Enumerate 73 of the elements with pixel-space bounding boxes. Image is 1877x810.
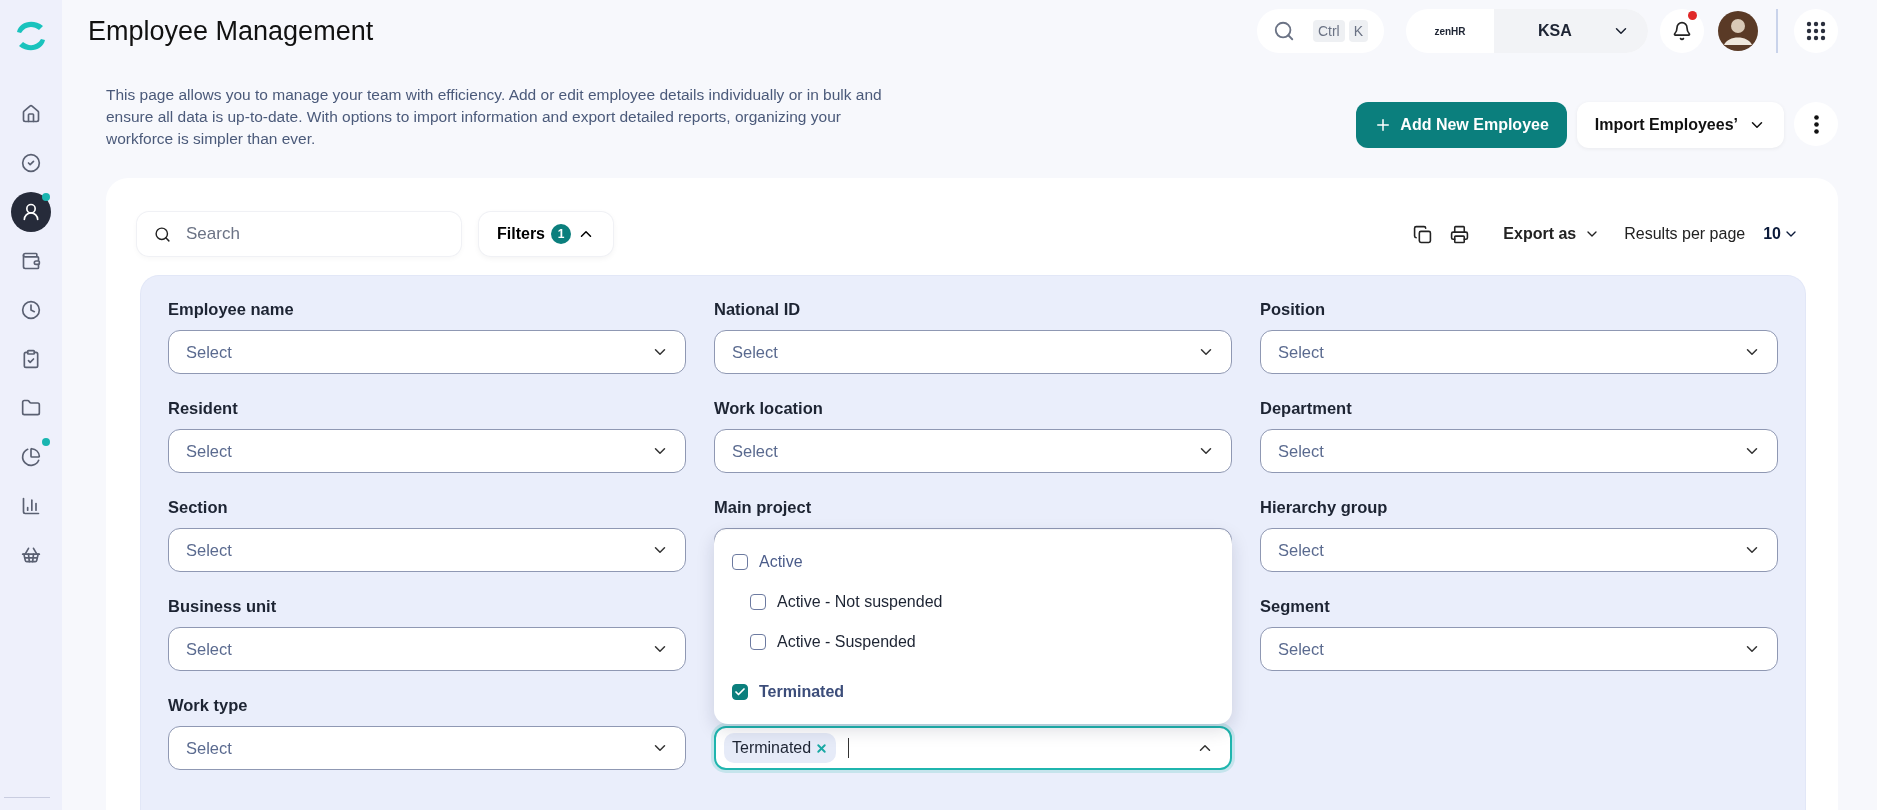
bar-chart-icon — [21, 496, 41, 516]
clock-icon — [21, 300, 41, 320]
dropdown-option[interactable]: Terminated — [714, 672, 1232, 712]
field-label: Section — [168, 498, 229, 518]
checkbox[interactable] — [732, 684, 748, 700]
select-field[interactable]: Select — [168, 627, 686, 671]
dropdown-option[interactable]: Active - Suspended — [714, 622, 1232, 662]
check-circle-icon — [21, 153, 41, 173]
select-field[interactable]: Select — [714, 429, 1232, 473]
check-icon — [734, 686, 746, 698]
field-label: Segment — [1260, 597, 1331, 617]
user-icon — [21, 202, 41, 222]
bell-icon — [1672, 21, 1692, 41]
select-field[interactable]: Select — [1260, 330, 1778, 374]
search-field[interactable]: Search — [137, 212, 461, 256]
field-label: Main project — [714, 498, 813, 518]
clipboard-check-icon — [21, 349, 41, 369]
select-field[interactable]: Select — [714, 330, 1232, 374]
wallet-icon — [21, 251, 41, 271]
select-field[interactable]: Select — [1260, 429, 1778, 473]
checkbox[interactable] — [732, 554, 748, 570]
grid-icon — [1806, 21, 1826, 41]
page-description: This page allows you to manage your team with efficiency. Add or edit employee details individually or in bulk and ensure all data is up-to-date. With options to import information and export detailed reports, organizing your workforce is simpler than ever. — [106, 85, 883, 149]
keyboard-key: K — [1348, 20, 1368, 42]
select-field[interactable]: Select — [1260, 627, 1778, 671]
notifications-button[interactable] — [1660, 9, 1704, 53]
more-button[interactable] — [1794, 102, 1838, 146]
brand-logo: zenHR — [1433, 25, 1467, 37]
avatar[interactable] — [1716, 9, 1760, 53]
copy-icon — [1413, 224, 1433, 244]
page-title: Employee Management — [88, 15, 375, 47]
sidebar-item[interactable] — [11, 192, 51, 232]
select-field[interactable]: Select — [168, 330, 686, 374]
field-label: Hierarchy group — [1260, 498, 1389, 518]
keyboard-key: Ctrl — [1312, 20, 1345, 42]
field-label: Employee name — [168, 300, 295, 320]
dropdown-option[interactable]: Active — [714, 542, 1232, 582]
field-label: Resident — [168, 399, 239, 419]
results-select[interactable]: 10 — [1757, 224, 1805, 244]
search-field[interactable]: Ctrl K — [1256, 9, 1384, 53]
country-select[interactable]: KSA — [1494, 9, 1648, 53]
select-field[interactable]: Select — [168, 429, 686, 473]
results-label: Results per page — [1624, 225, 1746, 243]
field-label: Work location — [714, 399, 824, 419]
search-icon — [1272, 20, 1295, 42]
field-label: Position — [1260, 300, 1327, 320]
checkbox[interactable] — [750, 594, 766, 610]
print-button[interactable] — [1450, 224, 1470, 244]
apps-button[interactable] — [1794, 9, 1838, 53]
select-field[interactable]: Select — [1260, 528, 1778, 572]
folder-icon — [21, 398, 41, 418]
copy-button[interactable] — [1413, 224, 1433, 244]
add-employee-button[interactable]: Add New Employee — [1356, 102, 1567, 148]
text-cursor — [848, 738, 850, 758]
pie-chart-icon — [21, 447, 41, 467]
export-button[interactable]: Export as — [1497, 224, 1607, 244]
filters-button[interactable]: Filters 1 — [479, 212, 613, 256]
count-badge: 1 — [551, 224, 571, 244]
more-icon — [1813, 114, 1819, 134]
multi-select-field[interactable]: Terminated — [714, 726, 1232, 770]
dropdown-option[interactable]: Active - Not suspended — [714, 582, 1232, 622]
basket-icon — [21, 545, 41, 565]
import-button[interactable]: Import Employees’ — [1576, 102, 1784, 148]
home-icon — [21, 104, 41, 124]
field-label: Department — [1260, 399, 1353, 419]
printer-icon — [1450, 224, 1470, 244]
field-label: Work type — [168, 696, 249, 716]
field-label: National ID — [714, 300, 802, 320]
checkbox[interactable] — [750, 634, 766, 650]
select-field[interactable]: Select — [168, 528, 686, 572]
field-label: Business unit — [168, 597, 278, 617]
selected-chip: Terminated — [724, 733, 837, 763]
select-field[interactable]: Select — [168, 726, 686, 770]
